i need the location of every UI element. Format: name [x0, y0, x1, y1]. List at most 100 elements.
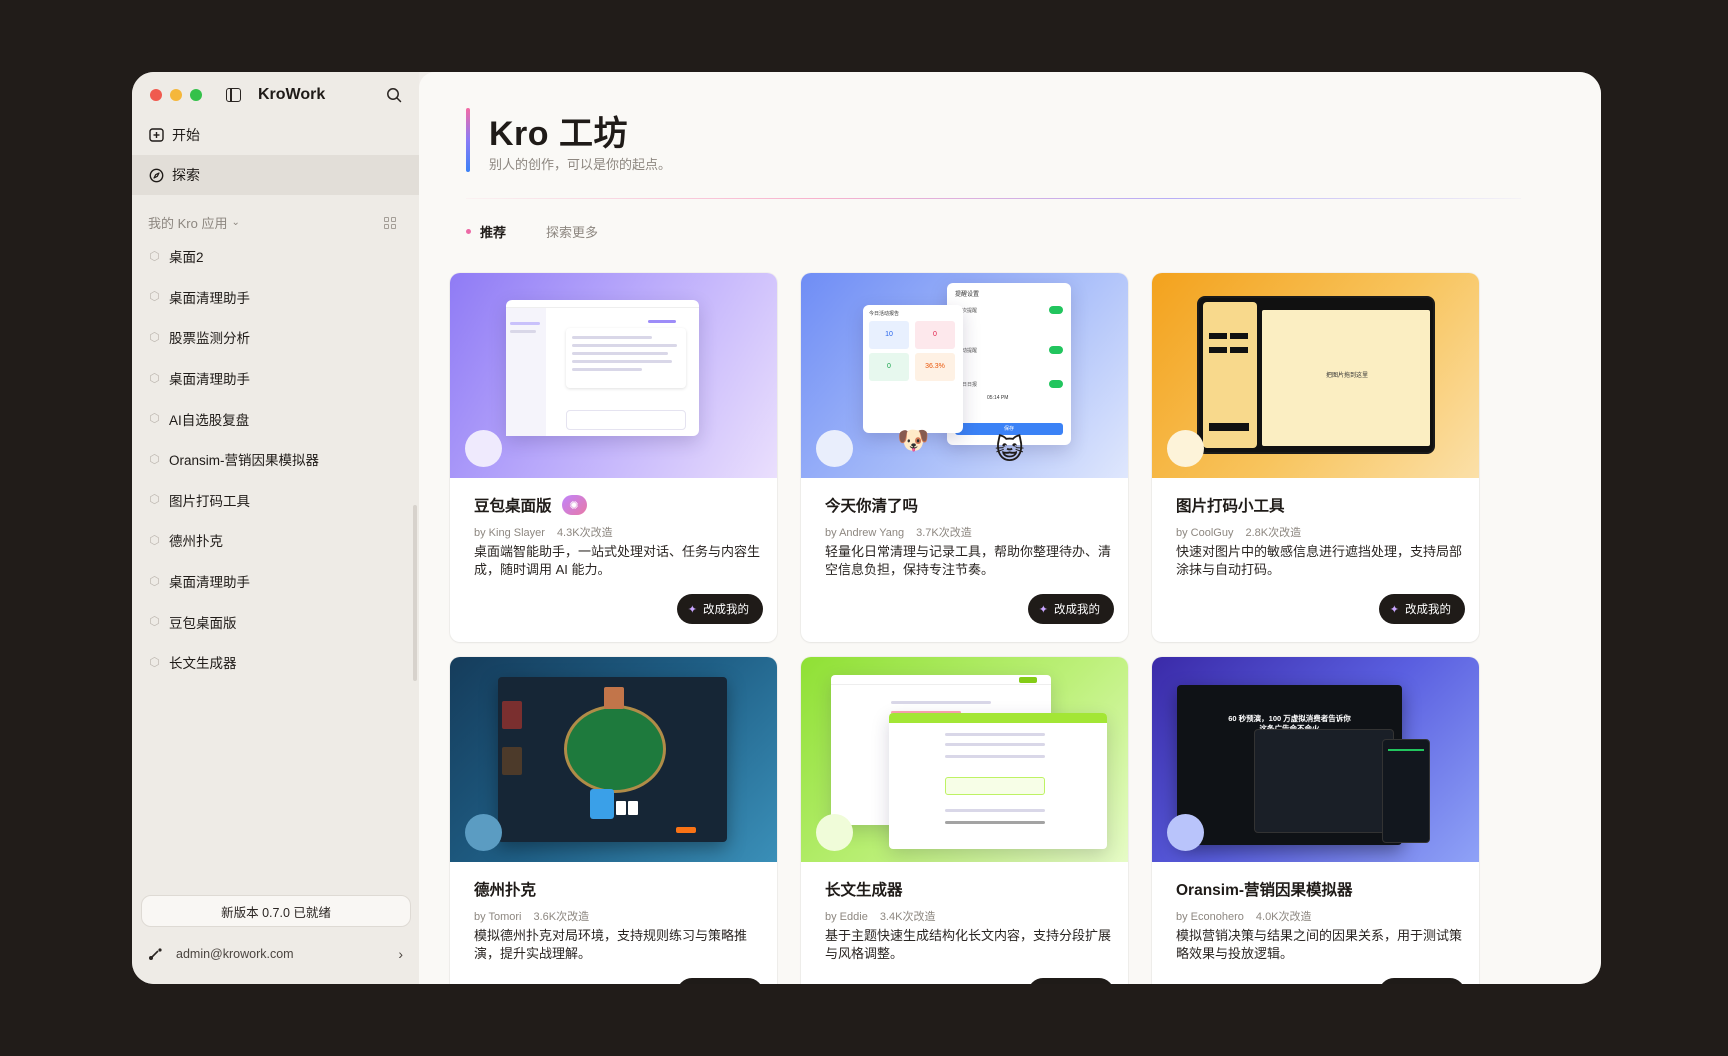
list-item-label: AI自选股复盘 [169, 412, 250, 428]
ai-badge-icon: ✺ [561, 495, 587, 515]
tab-explore-more[interactable]: 探索更多 [546, 222, 598, 241]
app-title: KroWork [258, 86, 326, 103]
list-item-label: 股票监测分析 [169, 331, 250, 347]
sparkle-icon: ✦ [687, 603, 697, 616]
card-remix-count: 4.3K次改造 [556, 527, 613, 539]
list-item-label: 德州扑克 [169, 534, 223, 550]
reminder-title: 提醒设置 [955, 292, 980, 298]
card-author-avatar [465, 814, 502, 851]
app-card[interactable]: 长文生成器 by Eddie 3.4K次改造 基于主题快速生成结构化长文内容，支持… [801, 657, 1128, 984]
nav-start-label: 开始 [172, 127, 200, 143]
card-author: by CoolGuy [1176, 527, 1234, 539]
report-title: 今日活动报告 [869, 311, 900, 317]
search-icon[interactable] [386, 87, 402, 103]
card-remix-count: 4.0K次改造 [1255, 911, 1312, 923]
card-thumbnail: 把图片拖到这里 [1152, 273, 1479, 478]
compass-icon [148, 167, 164, 183]
list-item-label: 桌面清理助手 [169, 372, 250, 388]
list-item-label: 长文生成器 [169, 656, 237, 672]
app-card[interactable]: 60 秒预演，100 万虚拟消费者告诉你 这条广告会不会火 Oransim-营销… [1152, 657, 1479, 984]
card-meta: by King Slayer 4.3K次改造 [474, 524, 613, 540]
cube-icon: ⬡ [149, 654, 160, 669]
remix-button[interactable]: ✦改成我的 [1378, 594, 1465, 624]
card-description: 快速对图片中的敏感信息进行遮挡处理，支持局部涂抹与自动打码。 [1176, 544, 1463, 577]
cube-icon: ⬡ [149, 532, 160, 547]
list-item-label: Oransim-营销因果模拟器 [169, 453, 320, 469]
cube-icon: ⬡ [149, 370, 160, 385]
nav-explore[interactable]: 探索 [132, 155, 419, 195]
card-author-avatar [465, 430, 502, 467]
card-author: by King Slayer [474, 527, 545, 539]
reminder-time: 05:14 PM [987, 395, 1009, 401]
list-item[interactable]: ⬡ AI自选股复盘 [132, 398, 419, 439]
list-item-label: 桌面2 [169, 250, 204, 266]
list-item[interactable]: ⬡ 图片打码工具 [132, 480, 419, 521]
list-item[interactable]: ⬡ 桌面清理助手 [132, 561, 419, 602]
card-meta: by Econohero 4.0K次改造 [1176, 908, 1312, 924]
list-item[interactable]: ⬡ 长文生成器 [132, 642, 419, 683]
new-chat-icon [148, 127, 164, 143]
card-meta: by CoolGuy 2.8K次改造 [1176, 524, 1301, 540]
card-thumbnail: 提醒设置 每次提醒 运动提醒 每日日报 05:14 PM 保存 今日活动报告 1… [801, 273, 1128, 478]
close-window-button[interactable] [150, 89, 162, 101]
card-title: 德州扑克 [474, 882, 537, 899]
remix-button[interactable]: ✦改成我的 [1027, 978, 1114, 984]
account-email: admin@krowork.com [176, 947, 294, 961]
cube-icon: ⬡ [149, 451, 160, 466]
card-title: 长文生成器 [825, 882, 903, 899]
list-item[interactable]: ⬡ 德州扑克 [132, 520, 419, 561]
list-item[interactable]: ⬡ 桌面2 [132, 236, 419, 277]
remix-button[interactable]: ✦改成我的 [1027, 594, 1114, 624]
card-description: 桌面端智能助手，一站式处理对话、任务与内容生成，随时调用 AI 能力。 [474, 544, 761, 577]
list-item[interactable]: ⬡ 股票监测分析 [132, 317, 419, 358]
list-item[interactable]: ⬡ 桌面清理助手 [132, 277, 419, 318]
page-title: Kro 工坊 [489, 115, 628, 153]
app-card[interactable]: 豆包桌面版 ✺ by King Slayer 4.3K次改造 桌面端智能助手，一站式… [450, 273, 777, 642]
sidebar: KroWork 开始 探索 我的 Kro 应用 ⌄ ⬡ 桌面2 ⬡ 桌面清理助手 ⬡… [132, 72, 419, 984]
card-author: by Econohero [1176, 911, 1244, 923]
app-card[interactable]: 提醒设置 每次提醒 运动提醒 每日日报 05:14 PM 保存 今日活动报告 1… [801, 273, 1128, 642]
card-title: 豆包桌面版 ✺ [474, 494, 587, 516]
card-author-avatar [1167, 814, 1204, 851]
app-card[interactable]: 德州扑克 by Tomori 3.6K次改造 模拟德州扑克对局环境，支持规则练习与… [450, 657, 777, 984]
card-remix-count: 2.8K次改造 [1245, 527, 1302, 539]
remix-button-label: 改成我的 [1054, 604, 1100, 616]
app-card[interactable]: 把图片拖到这里 图片打码小工具 by CoolGuy 2.8K次改造 快速对图片中… [1152, 273, 1479, 642]
card-thumbnail [450, 657, 777, 862]
card-title: 图片打码小工具 [1176, 498, 1285, 515]
sidebar-toggle-icon[interactable] [226, 88, 241, 102]
sidebar-scrollbar[interactable] [413, 505, 417, 681]
card-author: by Tomori [474, 911, 522, 923]
account-row[interactable]: admin@krowork.com › [148, 938, 403, 970]
main-content: Kro 工坊 别人的创作，可以是你的起点。 推荐 探索更多 豆包桌面版 ✺ by… [419, 72, 1601, 984]
card-meta: by Eddie 3.4K次改造 [825, 908, 935, 924]
remix-button[interactable]: ✦改成我的 [676, 978, 763, 984]
card-title: 今天你清了吗 [825, 498, 919, 515]
list-item-label: 桌面清理助手 [169, 575, 250, 591]
card-remix-count: 3.7K次改造 [916, 527, 972, 539]
list-item[interactable]: ⬡ 桌面清理助手 [132, 358, 419, 399]
card-description: 轻量化日常清理与记录工具，帮助你整理待办、清空信息负担，保持专注节奏。 [825, 544, 1112, 577]
nav-start[interactable]: 开始 [132, 115, 419, 155]
card-thumbnail: 60 秒预演，100 万虚拟消费者告诉你 这条广告会不会火 [1152, 657, 1479, 862]
list-item-label: 豆包桌面版 [169, 615, 237, 631]
card-meta: by Tomori 3.6K次改造 [474, 908, 589, 924]
list-item[interactable]: ⬡ 豆包桌面版 [132, 601, 419, 642]
grid-view-icon[interactable] [384, 217, 396, 229]
card-author-avatar [816, 430, 853, 467]
remix-button[interactable]: ✦改成我的 [676, 594, 763, 624]
update-ready-button[interactable]: 新版本 0.7.0 已就绪 [141, 895, 411, 927]
my-apps-heading[interactable]: 我的 Kro 应用 ⌄ [148, 213, 240, 232]
maximize-window-button[interactable] [190, 89, 202, 101]
nav-explore-label: 探索 [172, 167, 200, 183]
list-item[interactable]: ⬡ Oransim-营销因果模拟器 [132, 439, 419, 480]
my-apps-list: ⬡ 桌面2 ⬡ 桌面清理助手 ⬡ 股票监测分析 ⬡ 桌面清理助手 ⬡ AI自选股复盘 ⬡ O… [132, 236, 419, 683]
app-window: KroWork 开始 探索 我的 Kro 应用 ⌄ ⬡ 桌面2 ⬡ 桌面清理助手 ⬡… [132, 72, 1601, 984]
minimize-window-button[interactable] [170, 89, 182, 101]
cat-emoji-icon: 😺 [995, 434, 1025, 465]
cube-icon: ⬡ [149, 411, 160, 426]
cube-icon: ⬡ [149, 492, 160, 507]
tab-recommended[interactable]: 推荐 [466, 222, 506, 241]
remix-button[interactable]: ✦改成我的 [1378, 978, 1465, 984]
stat-c: 0 [869, 353, 909, 381]
